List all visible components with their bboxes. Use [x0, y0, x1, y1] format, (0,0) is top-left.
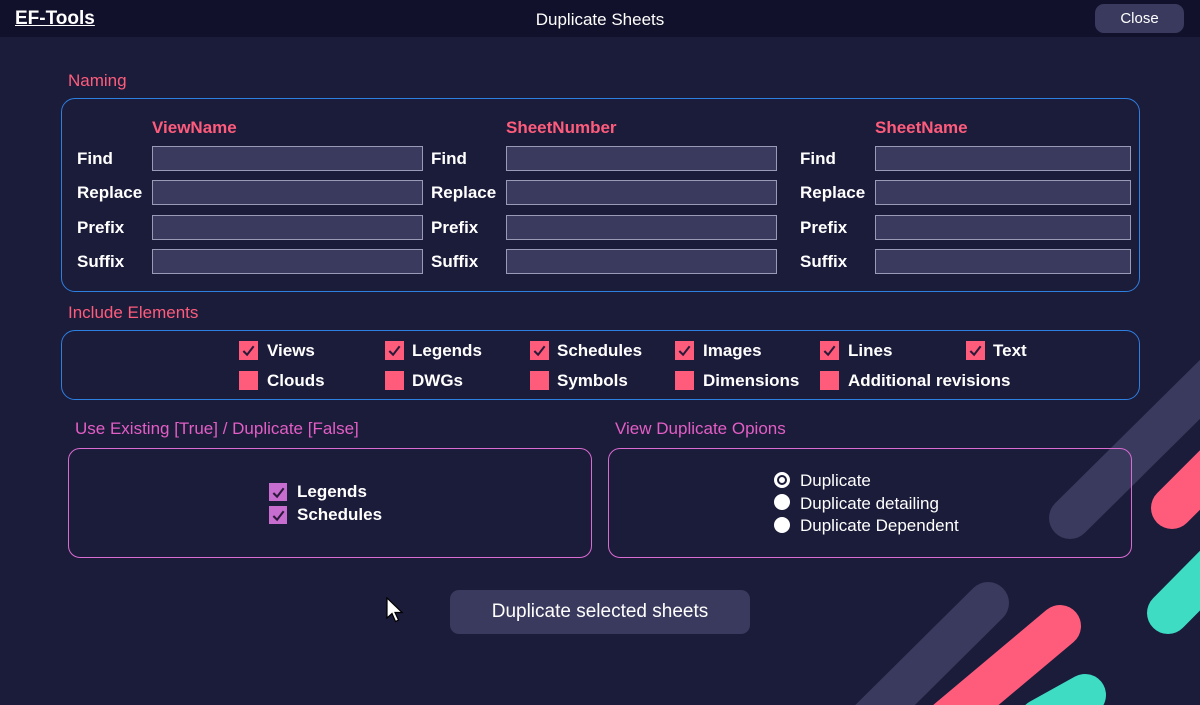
duplicate-radio-label: Duplicate	[800, 471, 871, 490]
legends-checkbox[interactable]	[385, 341, 404, 360]
lines-checkbox-label: Lines	[848, 341, 893, 360]
viewname-find-input[interactable]	[152, 146, 423, 171]
additional-revisions-checkbox-label: Additional revisions	[848, 371, 1011, 390]
checkmark-icon	[272, 510, 284, 521]
dimensions-checkbox[interactable]	[675, 371, 694, 390]
duplicate-selected-sheets-button[interactable]: Duplicate selected sheets	[450, 590, 750, 634]
symbols-checkbox[interactable]	[530, 371, 549, 390]
duplicate-radio[interactable]	[774, 472, 790, 488]
dwgs-checkbox[interactable]	[385, 371, 404, 390]
use-existing-legends-checkbox[interactable]	[269, 483, 287, 501]
text-checkbox[interactable]	[966, 341, 985, 360]
clouds-checkbox[interactable]	[239, 371, 258, 390]
viewname-header: ViewName	[152, 118, 237, 137]
dimensions-checkbox-label: Dimensions	[703, 371, 800, 390]
checkmark-icon	[533, 345, 546, 357]
sheetname-header: SheetName	[875, 118, 968, 137]
sheetname-replace-input[interactable]	[875, 180, 1131, 205]
viewname-suffix-input[interactable]	[152, 249, 423, 274]
schedules-checkbox[interactable]	[530, 341, 549, 360]
mouse-cursor-icon	[386, 597, 404, 623]
text-checkbox-label: Text	[993, 341, 1027, 360]
use-existing-legends-label: Legends	[297, 482, 367, 501]
duplicate-dependent-radio-label: Duplicate Dependent	[800, 516, 959, 535]
checkmark-icon	[388, 345, 401, 357]
viewname-suffix-label: Suffix	[77, 252, 125, 271]
title-bar: EF-Tools Duplicate Sheets Close	[0, 0, 1200, 37]
use-existing-label: Use Existing [True] / Duplicate [False]	[75, 419, 359, 438]
naming-section-label: Naming	[68, 71, 127, 90]
sheetnumber-prefix-input[interactable]	[506, 215, 777, 240]
sheetnumber-suffix-label: Suffix	[431, 252, 479, 271]
additional-revisions-checkbox[interactable]	[820, 371, 839, 390]
sheetnumber-suffix-input[interactable]	[506, 249, 777, 274]
duplicate-detailing-radio[interactable]	[774, 494, 790, 510]
checkmark-icon	[272, 487, 284, 498]
lines-checkbox[interactable]	[820, 341, 839, 360]
sheetnumber-replace-label: Replace	[431, 183, 497, 202]
sheetnumber-header: SheetNumber	[506, 118, 617, 137]
images-checkbox[interactable]	[675, 341, 694, 360]
include-elements-label: Include Elements	[68, 303, 199, 322]
sheetname-prefix-label: Prefix	[800, 218, 848, 237]
close-button[interactable]: Close	[1095, 4, 1184, 33]
duplicate-dependent-radio[interactable]	[774, 517, 790, 533]
clouds-checkbox-label: Clouds	[267, 371, 325, 390]
checkmark-icon	[969, 345, 982, 357]
sheetnumber-find-input[interactable]	[506, 146, 777, 171]
sheetname-prefix-input[interactable]	[875, 215, 1131, 240]
viewname-find-label: Find	[77, 149, 113, 168]
viewname-replace-input[interactable]	[152, 180, 423, 205]
legends-checkbox-label: Legends	[412, 341, 482, 360]
sheetname-suffix-label: Suffix	[800, 252, 848, 271]
viewname-prefix-label: Prefix	[77, 218, 125, 237]
views-checkbox-label: Views	[267, 341, 315, 360]
checkmark-icon	[678, 345, 691, 357]
sheetname-suffix-input[interactable]	[875, 249, 1131, 274]
sheetname-find-input[interactable]	[875, 146, 1131, 171]
viewname-prefix-input[interactable]	[152, 215, 423, 240]
sheetnumber-prefix-label: Prefix	[431, 218, 479, 237]
checkmark-icon	[242, 345, 255, 357]
sheetname-find-label: Find	[800, 149, 836, 168]
checkmark-icon	[823, 345, 836, 357]
use-existing-group	[68, 448, 592, 558]
images-checkbox-label: Images	[703, 341, 762, 360]
schedules-checkbox-label: Schedules	[557, 341, 643, 360]
sheetname-replace-label: Replace	[800, 183, 866, 202]
window-title: Duplicate Sheets	[535, 10, 665, 29]
use-existing-schedules-checkbox[interactable]	[269, 506, 287, 524]
viewname-replace-label: Replace	[77, 183, 143, 202]
sheetnumber-replace-input[interactable]	[506, 180, 777, 205]
sheetnumber-find-label: Find	[431, 149, 467, 168]
duplicate-detailing-radio-label: Duplicate detailing	[800, 494, 939, 513]
symbols-checkbox-label: Symbols	[557, 371, 628, 390]
views-checkbox[interactable]	[239, 341, 258, 360]
use-existing-schedules-label: Schedules	[297, 505, 383, 524]
dwgs-checkbox-label: DWGs	[412, 371, 463, 390]
view-duplicate-options-label: View Duplicate Opions	[615, 419, 786, 438]
